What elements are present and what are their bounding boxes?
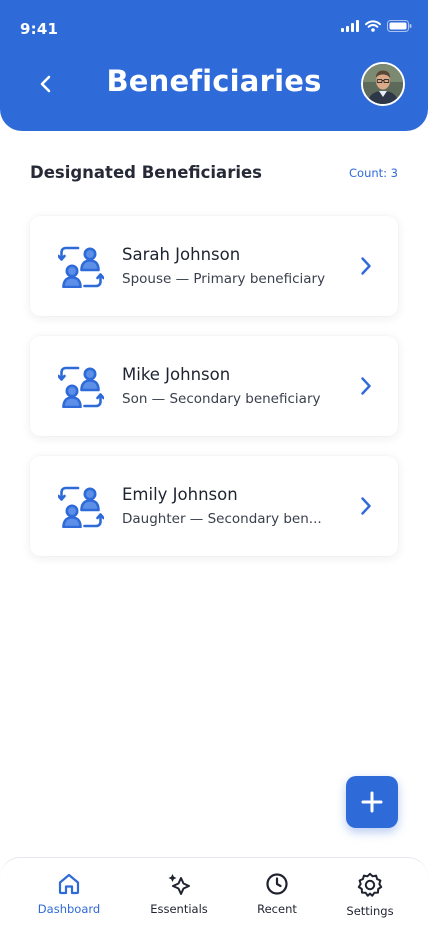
beneficiary-relation: Spouse — Primary beneficiary	[122, 271, 326, 287]
chevron-right-icon	[361, 257, 371, 275]
sparkle-icon	[168, 874, 190, 895]
beneficiary-exchange-icon	[58, 246, 104, 288]
user-photo-icon	[363, 64, 403, 104]
chevron-right-icon	[361, 497, 371, 515]
beneficiary-relation: Daughter — Secondary ben...	[122, 511, 322, 527]
beneficiary-card[interactable]: Sarah Johnson Spouse — Primary beneficia…	[30, 216, 398, 316]
nav-label: Settings	[346, 904, 394, 918]
beneficiary-name: Mike Johnson	[122, 365, 231, 384]
home-icon	[58, 873, 80, 895]
app-header: 9:41 Beneficiaries	[0, 0, 428, 131]
status-time: 9:41	[20, 20, 59, 38]
beneficiary-exchange-icon	[58, 366, 104, 408]
beneficiary-count: Count: 3	[349, 166, 398, 180]
wifi-icon	[365, 20, 381, 32]
nav-item-essentials[interactable]: Essentials	[134, 872, 224, 916]
status-bar: 9:41	[0, 0, 428, 52]
beneficiary-name: Emily Johnson	[122, 485, 238, 504]
nav-item-settings[interactable]: Settings	[325, 872, 415, 918]
beneficiary-exchange-icon	[58, 486, 104, 528]
beneficiary-card[interactable]: Emily Johnson Daughter — Secondary ben..…	[30, 456, 398, 556]
chevron-right-icon	[361, 377, 371, 395]
beneficiary-card[interactable]: Mike Johnson Son — Secondary beneficiary	[30, 336, 398, 436]
clock-icon	[266, 873, 288, 895]
nav-label: Recent	[257, 902, 297, 916]
signal-icon	[341, 20, 359, 32]
beneficiary-relation: Son — Secondary beneficiary	[122, 391, 321, 407]
section-title: Designated Beneficiaries	[30, 163, 262, 182]
beneficiary-name: Sarah Johnson	[122, 245, 241, 264]
bottom-nav: Dashboard Essentials Recent Settings	[0, 857, 428, 926]
status-icons	[341, 20, 412, 32]
nav-item-dashboard[interactable]: Dashboard	[24, 872, 114, 916]
nav-item-recent[interactable]: Recent	[232, 872, 322, 916]
nav-label: Dashboard	[37, 902, 101, 916]
gear-icon	[357, 872, 383, 897]
add-beneficiary-button[interactable]	[346, 776, 398, 828]
plus-icon	[361, 791, 383, 813]
battery-icon	[387, 20, 412, 32]
nav-label: Essentials	[150, 902, 208, 916]
avatar[interactable]	[361, 62, 405, 106]
